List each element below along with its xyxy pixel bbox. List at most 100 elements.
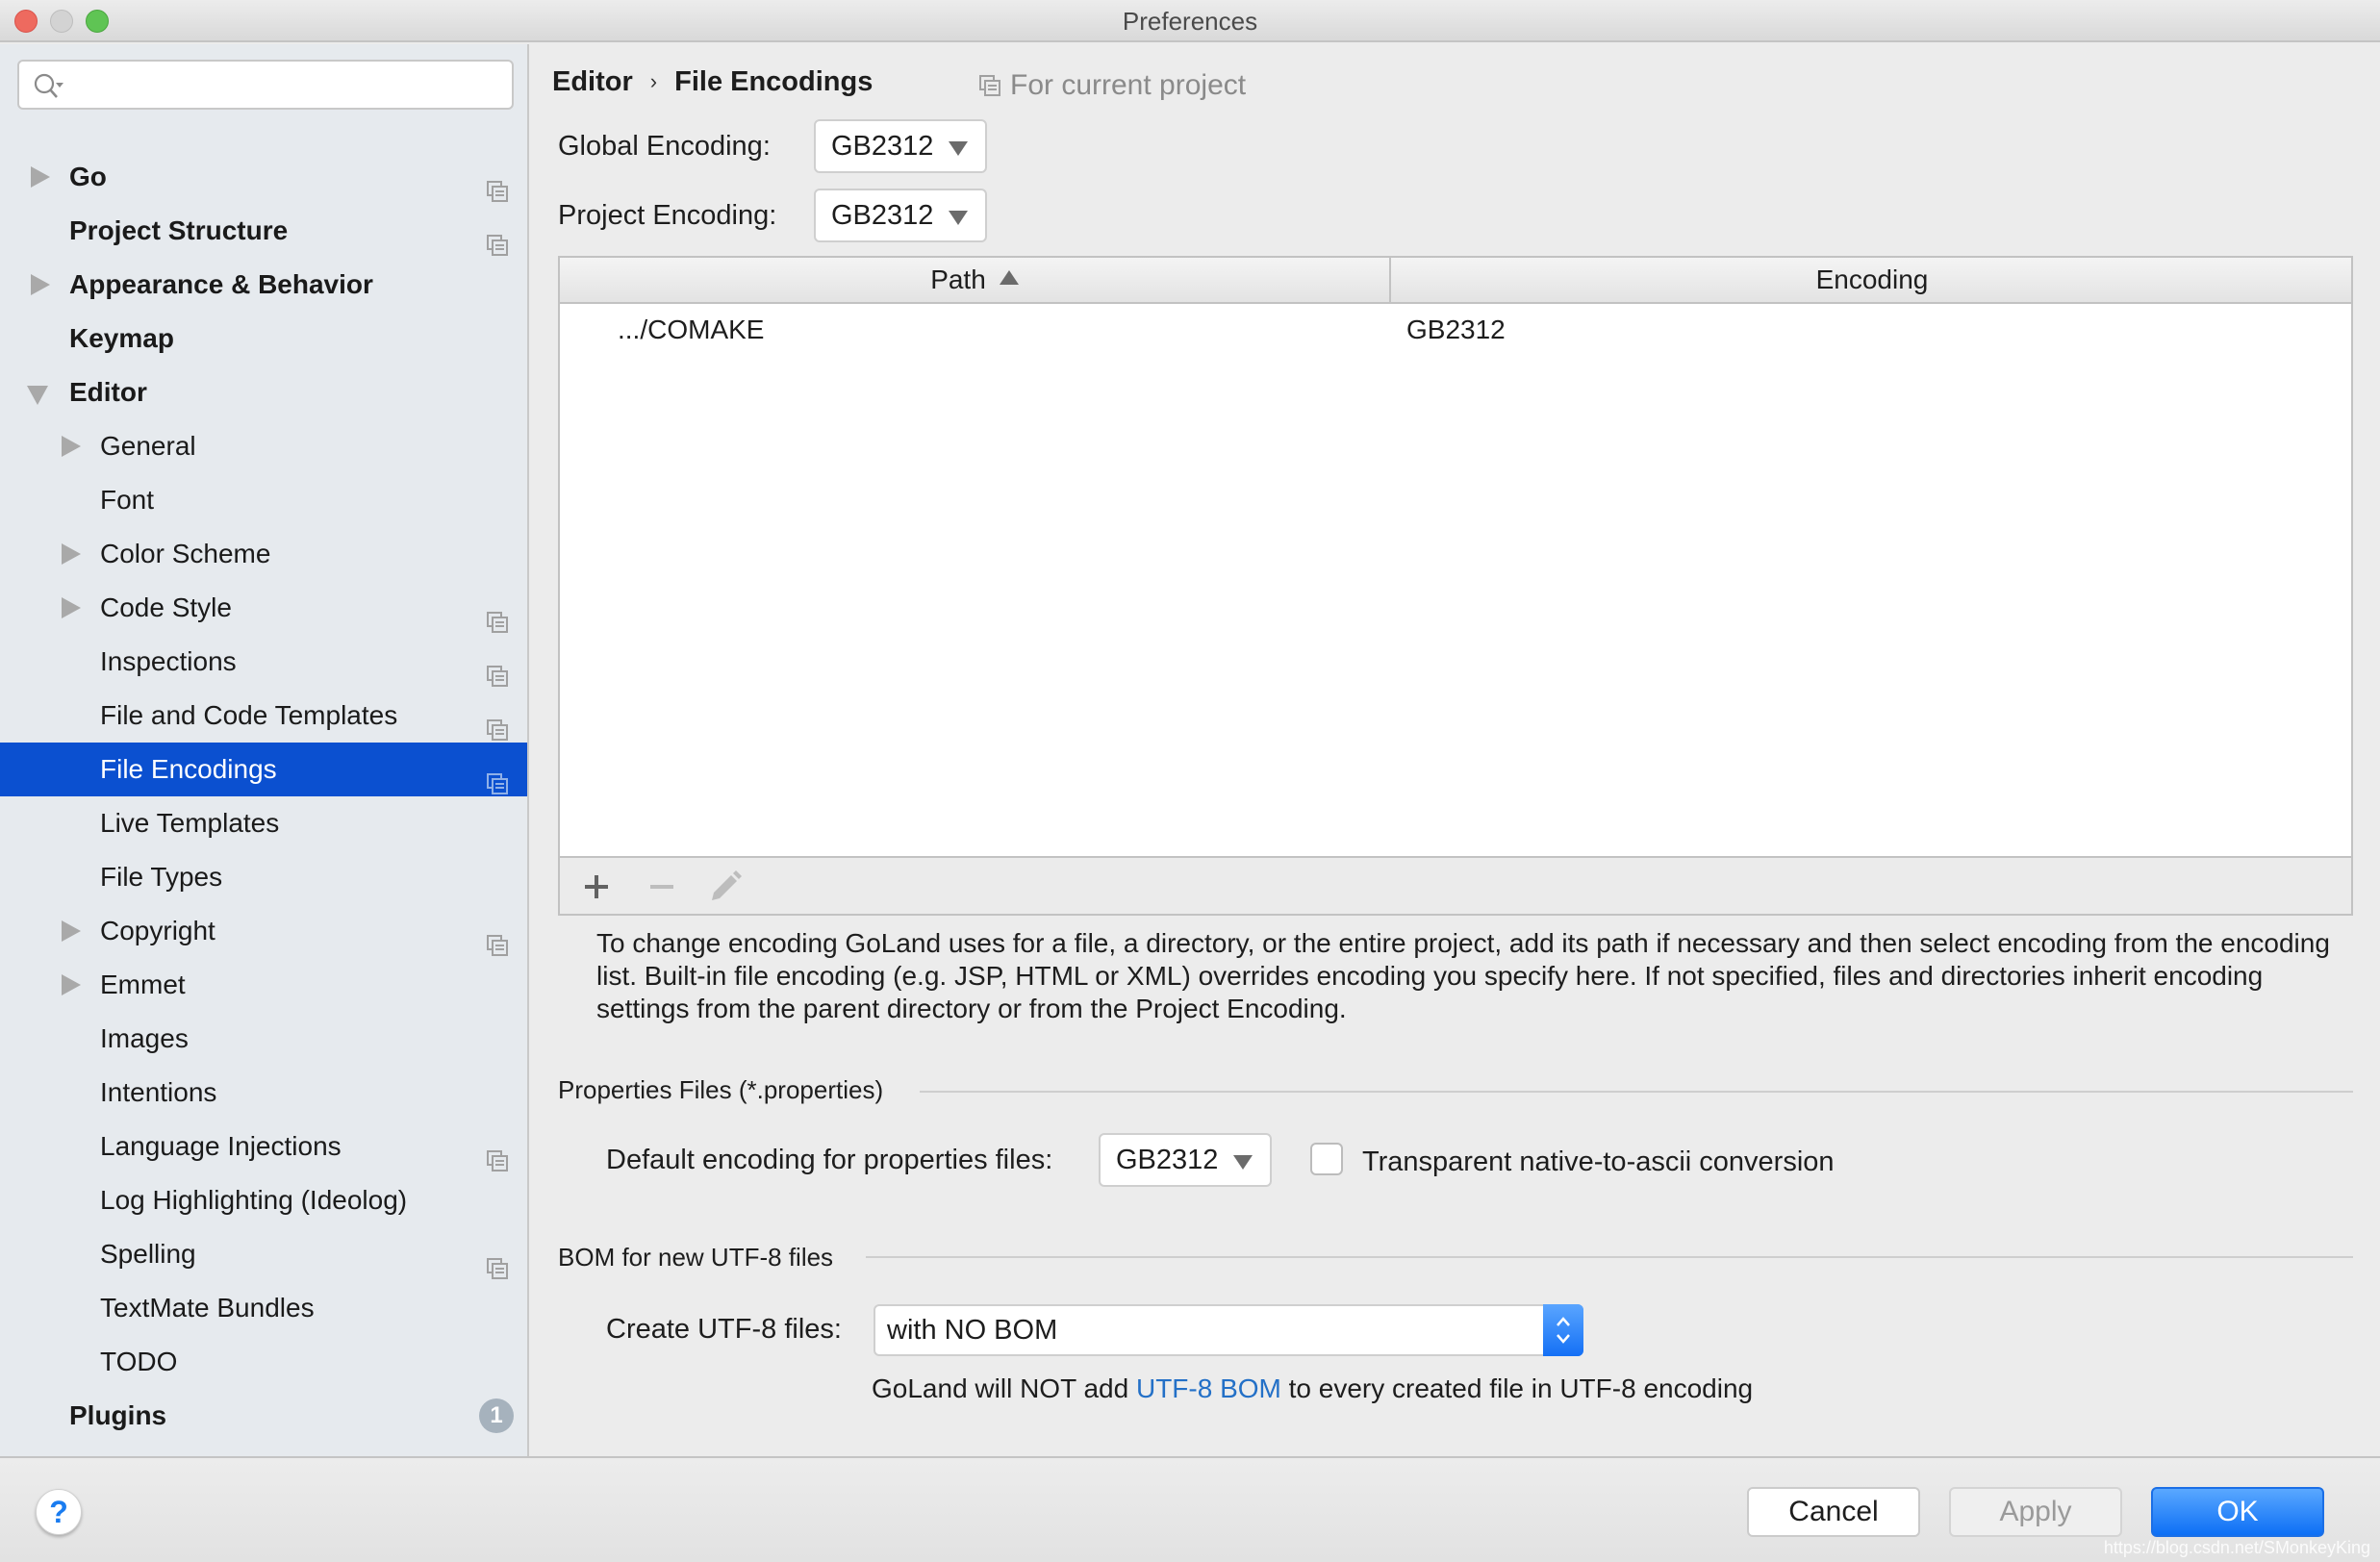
ok-button[interactable]: OK — [2151, 1487, 2324, 1537]
chevron-down-icon — [949, 211, 968, 225]
sidebar-item-font[interactable]: Font — [0, 473, 527, 527]
sidebar-item-file-types[interactable]: File Types — [0, 850, 527, 904]
collapsed-arrow-icon[interactable] — [27, 258, 50, 312]
sidebar-item-log-highlighting-ideolog[interactable]: Log Highlighting (Ideolog) — [0, 1173, 527, 1227]
sidebar-item-todo[interactable]: TODO — [0, 1335, 527, 1389]
help-button[interactable]: ? — [36, 1489, 82, 1535]
chevron-down-icon — [949, 141, 968, 156]
project-scope-icon — [487, 1244, 508, 1279]
table-row[interactable]: .../COMAKE GB2312 — [560, 304, 2351, 356]
sidebar-item-file-encodings[interactable]: File Encodings — [0, 743, 527, 796]
close-window-button[interactable] — [14, 10, 38, 33]
create-utf8-label: Create UTF-8 files: — [606, 1314, 842, 1345]
project-scope-icon — [487, 705, 508, 741]
edit-icon[interactable] — [704, 866, 747, 908]
sidebar-item-images[interactable]: Images — [0, 1012, 527, 1066]
sidebar-item-label: Copyright — [100, 916, 215, 945]
remove-icon[interactable] — [641, 866, 683, 908]
sidebar-item-label: Keymap — [69, 323, 174, 353]
sidebar-item-color-scheme[interactable]: Color Scheme — [0, 527, 527, 581]
native-to-ascii-checkbox[interactable] — [1310, 1143, 1343, 1175]
sidebar-item-label: Intentions — [100, 1077, 217, 1107]
sidebar-item-label: Language Injections — [100, 1131, 342, 1161]
project-scope-icon — [487, 759, 508, 794]
bom-section-divider — [866, 1256, 2353, 1258]
sidebar-item-label: Color Scheme — [100, 539, 271, 568]
collapsed-arrow-icon[interactable] — [58, 904, 81, 958]
sidebar-item-file-and-code-templates[interactable]: File and Code Templates — [0, 689, 527, 743]
sidebar-item-plugins[interactable]: Plugins 1 — [0, 1389, 527, 1443]
column-header-encoding[interactable]: Encoding — [1393, 258, 2351, 302]
collapsed-arrow-icon[interactable] — [27, 150, 50, 204]
add-icon[interactable] — [575, 866, 618, 908]
bom-note: GoLand will NOT add UTF-8 BOM to every c… — [872, 1373, 1754, 1403]
project-scope-icon — [487, 220, 508, 256]
zoom-window-button[interactable] — [86, 10, 109, 33]
column-header-path[interactable]: Path — [560, 258, 1391, 302]
sidebar-item-label: Live Templates — [100, 808, 280, 838]
sidebar-item-label: File and Code Templates — [100, 700, 398, 730]
sidebar-item-general[interactable]: General — [0, 419, 527, 473]
sidebar-item-label: General — [100, 431, 196, 461]
sidebar-item-label: Font — [100, 485, 155, 515]
project-encoding-dropdown[interactable]: GB2312 — [814, 189, 987, 242]
properties-encoding-dropdown[interactable]: GB2312 — [1099, 1133, 1272, 1187]
scope-hint: For current project — [979, 62, 1246, 110]
sidebar-item-textmate-bundles[interactable]: TextMate Bundles — [0, 1281, 527, 1335]
sidebar-item-label: Go — [69, 162, 107, 191]
collapsed-arrow-icon[interactable] — [27, 1443, 50, 1456]
breadcrumb-current: File Encodings — [674, 66, 874, 97]
sidebar-item-spelling[interactable]: Spelling — [0, 1227, 527, 1281]
sidebar-item-version-control[interactable]: Version Control — [0, 1443, 527, 1456]
sidebar-item-label: Editor — [69, 377, 147, 407]
native-to-ascii-label[interactable]: Transparent native-to-ascii conversion — [1362, 1143, 1835, 1181]
project-scope-icon — [487, 166, 508, 202]
settings-search-input[interactable] — [17, 60, 514, 110]
sidebar-item-inspections[interactable]: Inspections — [0, 635, 527, 689]
global-encoding-value: GB2312 — [831, 131, 934, 162]
collapsed-arrow-icon[interactable] — [58, 958, 81, 1012]
sidebar-item-label: Inspections — [100, 646, 237, 676]
window-title: Preferences — [1122, 7, 1258, 36]
expanded-arrow-icon[interactable] — [27, 365, 50, 419]
watermark: https://blog.csdn.net/SMonkeyKing — [2103, 1538, 2370, 1557]
create-utf8-select[interactable]: with NO BOM — [874, 1304, 1583, 1356]
sidebar-item-project-structure[interactable]: Project Structure — [0, 204, 527, 258]
sidebar-item-intentions[interactable]: Intentions — [0, 1066, 527, 1120]
cell-encoding[interactable]: GB2312 — [1406, 304, 1506, 356]
sidebar-item-label: TextMate Bundles — [100, 1293, 315, 1323]
apply-button[interactable]: Apply — [1949, 1487, 2122, 1537]
sidebar-item-emmet[interactable]: Emmet — [0, 958, 527, 1012]
sidebar-item-label: Plugins — [69, 1400, 167, 1430]
sidebar-item-live-templates[interactable]: Live Templates — [0, 796, 527, 850]
sidebar-item-label: Project Structure — [69, 215, 289, 245]
utf8-bom-link[interactable]: UTF-8 BOM — [1136, 1373, 1281, 1403]
sidebar-item-keymap[interactable]: Keymap — [0, 312, 527, 365]
sidebar-item-label: TODO — [100, 1347, 178, 1376]
project-encoding-label: Project Encoding: — [558, 200, 777, 231]
breadcrumb-separator-icon: › — [649, 69, 658, 93]
plugin-update-badge: 1 — [479, 1398, 514, 1433]
sidebar-item-language-injections[interactable]: Language Injections — [0, 1120, 527, 1173]
sidebar-item-appearance-behavior[interactable]: Appearance & Behavior — [0, 258, 527, 312]
minimize-window-button[interactable] — [50, 10, 73, 33]
sidebar-item-copyright[interactable]: Copyright — [0, 904, 527, 958]
sort-ascending-icon — [999, 270, 1019, 285]
global-encoding-label: Global Encoding: — [558, 131, 771, 162]
sidebar-item-label: Log Highlighting (Ideolog) — [100, 1185, 408, 1215]
collapsed-arrow-icon[interactable] — [58, 527, 81, 581]
collapsed-arrow-icon[interactable] — [58, 581, 81, 635]
collapsed-arrow-icon[interactable] — [58, 419, 81, 473]
cell-path: .../COMAKE — [618, 315, 765, 344]
sidebar-item-go[interactable]: Go — [0, 150, 527, 204]
sidebar-item-editor[interactable]: Editor — [0, 365, 527, 419]
settings-sidebar: Go Project Structure Appearance & Behavior… — [0, 44, 529, 1456]
breadcrumb-parent[interactable]: Editor — [552, 58, 633, 106]
properties-section-title: Properties Files (*.properties) — [558, 1075, 884, 1104]
cancel-button[interactable]: Cancel — [1747, 1487, 1920, 1537]
path-encoding-table: Path Encoding .../COMAKE GB2312 — [558, 256, 2353, 916]
global-encoding-dropdown[interactable]: GB2312 — [814, 119, 987, 173]
properties-encoding-label: Default encoding for properties files: — [606, 1145, 1053, 1175]
project-encoding-value: GB2312 — [831, 200, 934, 231]
sidebar-item-code-style[interactable]: Code Style — [0, 581, 527, 635]
